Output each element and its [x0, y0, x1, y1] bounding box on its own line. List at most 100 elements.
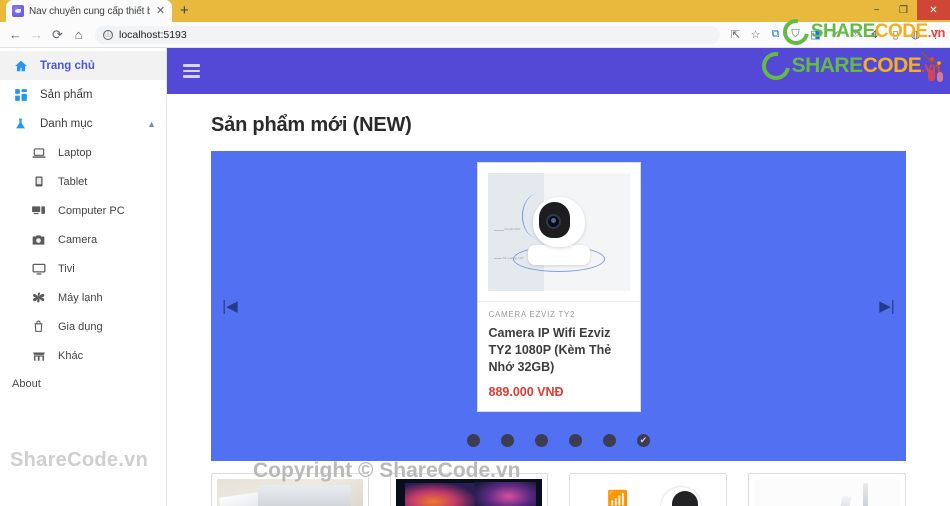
sidebar-item-label: Tivi — [58, 262, 75, 275]
sidebar: Trang chủ Sản phẩm Danh mục ▲ Laptop Tab… — [0, 48, 167, 506]
carousel-product-card[interactable]: Pan/tilt 350° Tilt rotating 100° CAMERA … — [476, 162, 641, 412]
window-minimize-button[interactable]: − — [863, 0, 890, 20]
carousel-dot-1[interactable] — [467, 434, 480, 447]
sidebar-item-label: Máy lạnh — [58, 291, 103, 304]
toolbar-icon-group: ⇱ ☆ ⧉ ⛉ ◨ ✔ ⛨ ✥ ▯ ◍ ⋮ — [727, 26, 944, 43]
window-maximize-button[interactable]: ❐ — [890, 0, 917, 20]
bottom-product-row: 📶 — [211, 473, 906, 506]
sidebar-submenu: Laptop Tablet Computer PC Camera Tivi Má… — [0, 138, 166, 370]
forward-button[interactable]: → — [27, 25, 46, 44]
puzzle-extensions-icon[interactable]: ✥ — [867, 26, 884, 43]
flask-category-icon — [12, 117, 29, 131]
grid-products-icon — [12, 88, 29, 102]
carousel-dots: ✔ — [211, 434, 906, 447]
tab-close-icon[interactable]: ✕ — [155, 5, 166, 17]
reload-button[interactable]: ⟳ — [48, 25, 67, 44]
url-text: localhost:5193 — [119, 28, 187, 41]
window-close-button[interactable]: ✕ — [917, 0, 950, 20]
air-conditioner-fan-icon — [30, 290, 47, 305]
security-check-icon[interactable]: ✔ — [827, 26, 844, 43]
bottom-product-card-4[interactable] — [748, 473, 906, 506]
extension-blue-icon[interactable]: ◨ — [807, 26, 824, 43]
laptop-box-thumbnail — [217, 479, 363, 506]
adblock-shield-icon[interactable]: ⛉ — [787, 26, 804, 43]
carousel-dot-6-active[interactable]: ✔ — [637, 434, 650, 447]
tab-title: Nav chuyên cung cấp thiết bị điệ — [29, 5, 150, 17]
address-bar[interactable]: ⓘ localhost:5193 — [95, 25, 720, 44]
bottom-product-card-1[interactable] — [211, 473, 369, 506]
app-content: SHARECODE.vn Sản phẩm mới (NEW) |◀ ▶| Pa… — [167, 48, 950, 506]
tablet-icon — [30, 174, 47, 189]
sidebar-item-label: Laptop — [58, 146, 92, 159]
sidebar-item-camera[interactable]: Camera — [18, 225, 166, 254]
carousel-next-button[interactable]: ▶| — [874, 297, 900, 315]
watermark-code-text: CODE — [862, 54, 922, 77]
new-tab-button[interactable]: + — [180, 3, 189, 18]
app-header: SHARECODE.vn — [167, 48, 950, 94]
browser-toolbar: ← → ⟳ ⌂ ⓘ localhost:5193 ⇱ ☆ ⧉ ⛉ ◨ ✔ ⛨ ✥… — [0, 13, 950, 51]
hamburger-menu-icon[interactable] — [183, 64, 200, 78]
sidebar-item-label: Gia dụng — [58, 320, 103, 333]
store-icon — [30, 349, 47, 363]
back-button[interactable]: ← — [6, 25, 25, 44]
wifi-icon: 📶 — [607, 489, 629, 506]
gaming-pc-rgb-thumbnail — [396, 479, 542, 506]
reading-list-icon[interactable]: ▯ — [887, 26, 904, 43]
sidebar-item-label: Camera — [58, 233, 98, 246]
shield-gray-icon[interactable]: ⛨ — [847, 26, 864, 43]
sidebar-item-label: Computer PC — [58, 204, 125, 217]
carousel-prev-button[interactable]: |◀ — [217, 297, 243, 315]
product-info: CAMERA EZVIZ TY2 Camera IP Wifi Ezviz TY… — [477, 301, 640, 411]
chevron-up-icon[interactable]: ▲ — [147, 119, 156, 129]
wifi-camera-thumbnail: 📶 — [575, 479, 721, 506]
sidebar-item-gia-dung[interactable]: Gia dụng — [18, 312, 166, 341]
tv-icon — [30, 262, 47, 276]
sidebar-watermark-text: ShareCode.vn — [10, 449, 149, 471]
window-controls: − ❐ ✕ — [863, 0, 950, 20]
site-info-icon[interactable]: ⓘ — [103, 29, 113, 40]
carousel-dot-2[interactable] — [501, 434, 514, 447]
sidebar-item-label: Khác — [58, 349, 84, 362]
bookmark-star-icon[interactable]: ☆ — [747, 26, 764, 43]
sidebar-item-san-pham[interactable]: Sản phẩm — [0, 80, 166, 109]
shopping-bag-icon — [30, 319, 47, 334]
product-brand: CAMERA EZVIZ TY2 — [488, 310, 576, 320]
sharecode-ring-icon — [756, 48, 796, 86]
carousel-dot-5[interactable] — [603, 434, 616, 447]
watermark-dotvn-text: .vn — [921, 59, 940, 75]
laptop-icon — [30, 146, 47, 160]
sidebar-item-danh-muc[interactable]: Danh mục ▲ — [0, 109, 166, 138]
product-carousel: |◀ ▶| Pan/tilt 350° Tilt rotating 100° C… — [211, 151, 906, 461]
sidebar-item-label: Trang chủ — [40, 59, 95, 72]
product-image: Pan/tilt 350° Tilt rotating 100° — [487, 173, 630, 292]
share-icon[interactable]: ⇱ — [727, 26, 744, 43]
home-button[interactable]: ⌂ — [69, 25, 88, 44]
carousel-dot-3[interactable] — [535, 434, 548, 447]
sidebar-item-laptop[interactable]: Laptop — [18, 138, 166, 167]
sidebar-item-tivi[interactable]: Tivi — [18, 254, 166, 283]
ezviz-camera-illustration: Pan/tilt 350° Tilt rotating 100° — [487, 173, 630, 292]
bottom-product-card-2[interactable] — [390, 473, 548, 506]
home-icon — [12, 59, 29, 73]
desktop-pc-icon — [30, 204, 47, 218]
sidebar-item-may-lanh[interactable]: Máy lạnh — [18, 283, 166, 312]
sidebar-item-trang-chu[interactable]: Trang chủ — [0, 51, 166, 80]
chrome-menu-icon[interactable]: ⋮ — [927, 26, 944, 43]
camera-icon — [30, 233, 47, 247]
product-name: Camera IP Wifi Ezviz TY2 1080P (Kèm Thẻ … — [488, 326, 612, 374]
browser-window: Nav chuyên cung cấp thiết bị điệ ✕ + − ❐… — [0, 0, 950, 506]
tab-favicon-icon — [12, 5, 24, 17]
sidebar-item-about[interactable]: About — [0, 370, 166, 390]
sidebar-item-khac[interactable]: Khác — [18, 341, 166, 370]
sidebar-item-computer-pc[interactable]: Computer PC — [18, 196, 166, 225]
translate-icon[interactable]: ⧉ — [767, 26, 784, 43]
profile-avatar-icon[interactable]: ◍ — [907, 26, 924, 43]
carousel-dot-4[interactable] — [569, 434, 582, 447]
browser-tab[interactable]: Nav chuyên cung cấp thiết bị điệ ✕ — [6, 0, 172, 22]
watermark-share-text: SHARE — [791, 54, 864, 77]
bottom-product-card-3[interactable]: 📶 — [569, 473, 727, 506]
browser-titlebar: Nav chuyên cung cấp thiết bị điệ ✕ + − ❐… — [0, 0, 950, 22]
page-body: Trang chủ Sản phẩm Danh mục ▲ Laptop Tab… — [0, 48, 950, 506]
sharecode-watermark-logo-header: SHARECODE.vn — [756, 48, 940, 86]
sidebar-item-tablet[interactable]: Tablet — [18, 167, 166, 196]
